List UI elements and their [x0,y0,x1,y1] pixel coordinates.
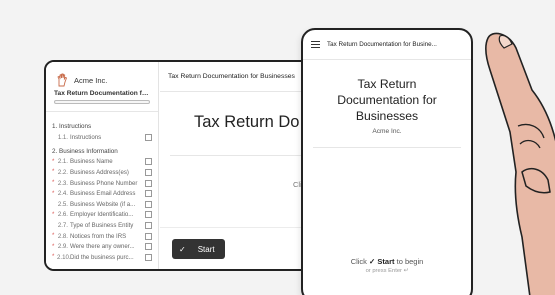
start-hint-word: Start [377,257,395,266]
toc-section[interactable]: 1. Instructions [52,123,152,130]
page-title: Tax Return Documentation for Businesses [337,77,437,123]
enter-hint: or press Enter ↵ [365,268,409,274]
company-name: Acme Inc. [74,75,108,85]
doc-title: Tax Return Documentation for ... [54,90,156,97]
phone-header: Tax Return Documentation for Busine... [303,30,471,60]
toc-item[interactable]: 2.7. Type of Business Entity [52,220,152,231]
toc-item-label: Instructions [70,133,102,141]
start-hint-prefix: Click [350,257,367,266]
toc-item-label: Business Address(es) [70,168,129,176]
toc-item[interactable]: * 2.4. Business Email Address [52,188,152,199]
toc-item[interactable]: * 2.9. Were there any owner... [52,241,152,252]
toc-item[interactable]: 2.5. Business Website (if a... [52,199,152,210]
toc-item[interactable]: * 2.3. Business Phone Number [52,178,152,189]
toc-item-label: Did the business purc... [70,253,134,261]
start-button[interactable]: ✓ Start [172,239,225,259]
checkbox[interactable] [145,211,152,219]
toc-item-label: Business Name [70,158,113,166]
toc-item-label: Employer Identificatio... [70,211,134,219]
checkbox[interactable] [145,200,152,208]
start-button-label: Start [197,244,215,254]
toc-item-label: Notices from the IRS [70,232,127,240]
checkbox[interactable] [145,243,152,251]
brand: Acme Inc. [46,62,158,90]
checkbox[interactable] [145,232,152,240]
start-hint[interactable]: Click ✓ Start to begin [303,257,471,266]
checkbox[interactable] [145,133,152,141]
mobile-preview: Tax Return Documentation for Busine... T… [301,28,473,295]
toc-item-label: Business Phone Number [70,179,138,187]
divider [313,147,461,148]
toc-item[interactable]: * 2.6. Employer Identificatio... [52,210,152,221]
toc-item-number: 2.7. [57,221,68,229]
toc-item-label: Business Website (if a... [70,200,136,208]
toc-item-label: Business Email Address [70,190,136,198]
checkbox[interactable] [145,190,152,198]
toc-item-number: 2.6. [57,211,68,219]
checkbox[interactable] [145,253,152,261]
toc-item-number: 2.10. [57,253,71,261]
table-of-contents: 1. Instructions 1.1. Instructions 2. Busine… [46,112,158,263]
checkbox[interactable] [145,168,152,176]
toc-item[interactable]: * 2.1. Business Name [52,157,152,168]
sidebar: Acme Inc. Tax Return Documentation for .… [46,62,159,269]
hand-logo-icon [57,73,68,87]
check-icon: ✓ [369,257,376,266]
toc-item[interactable]: * 2.10. Did the business purc... [52,252,152,263]
toc-item-number: 2.4. [57,190,68,198]
toc-item[interactable]: 1.1. Instructions [52,132,152,143]
start-hint-suffix: to begin [396,257,424,266]
toc-item-label: Type of Business Entity [70,221,134,229]
hand-illustration [485,32,555,295]
main-title: Tax Return Do [194,113,300,131]
check-icon: ✓ [179,244,186,254]
toc-item-number: 2.2. [57,168,68,176]
menu-icon[interactable] [311,40,320,49]
toc-item-label: Were there any owner... [70,243,135,251]
toc-item-number: 2.8. [57,232,68,240]
toc-item-number: 2.5. [57,200,68,208]
toc-item-number: 1.1. [57,133,68,141]
progress-bar [54,100,150,104]
toc-section[interactable]: 2. Business Information [52,148,152,155]
toc-item-number: 2.3. [57,179,68,187]
checkbox[interactable] [145,179,152,187]
checkbox[interactable] [145,158,152,166]
company-name: Acme Inc. [372,128,402,135]
toc-item[interactable]: * 2.8. Notices from the IRS [52,231,152,242]
toc-item-number: 2.1. [57,158,68,166]
desktop-preview: Acme Inc. Tax Return Documentation for .… [44,60,344,271]
toc-item[interactable]: * 2.2. Business Address(es) [52,167,152,178]
toc-item-number: 2.9. [57,243,68,251]
checkbox[interactable] [145,221,152,229]
phone-header-title: Tax Return Documentation for Busine... [327,41,437,48]
